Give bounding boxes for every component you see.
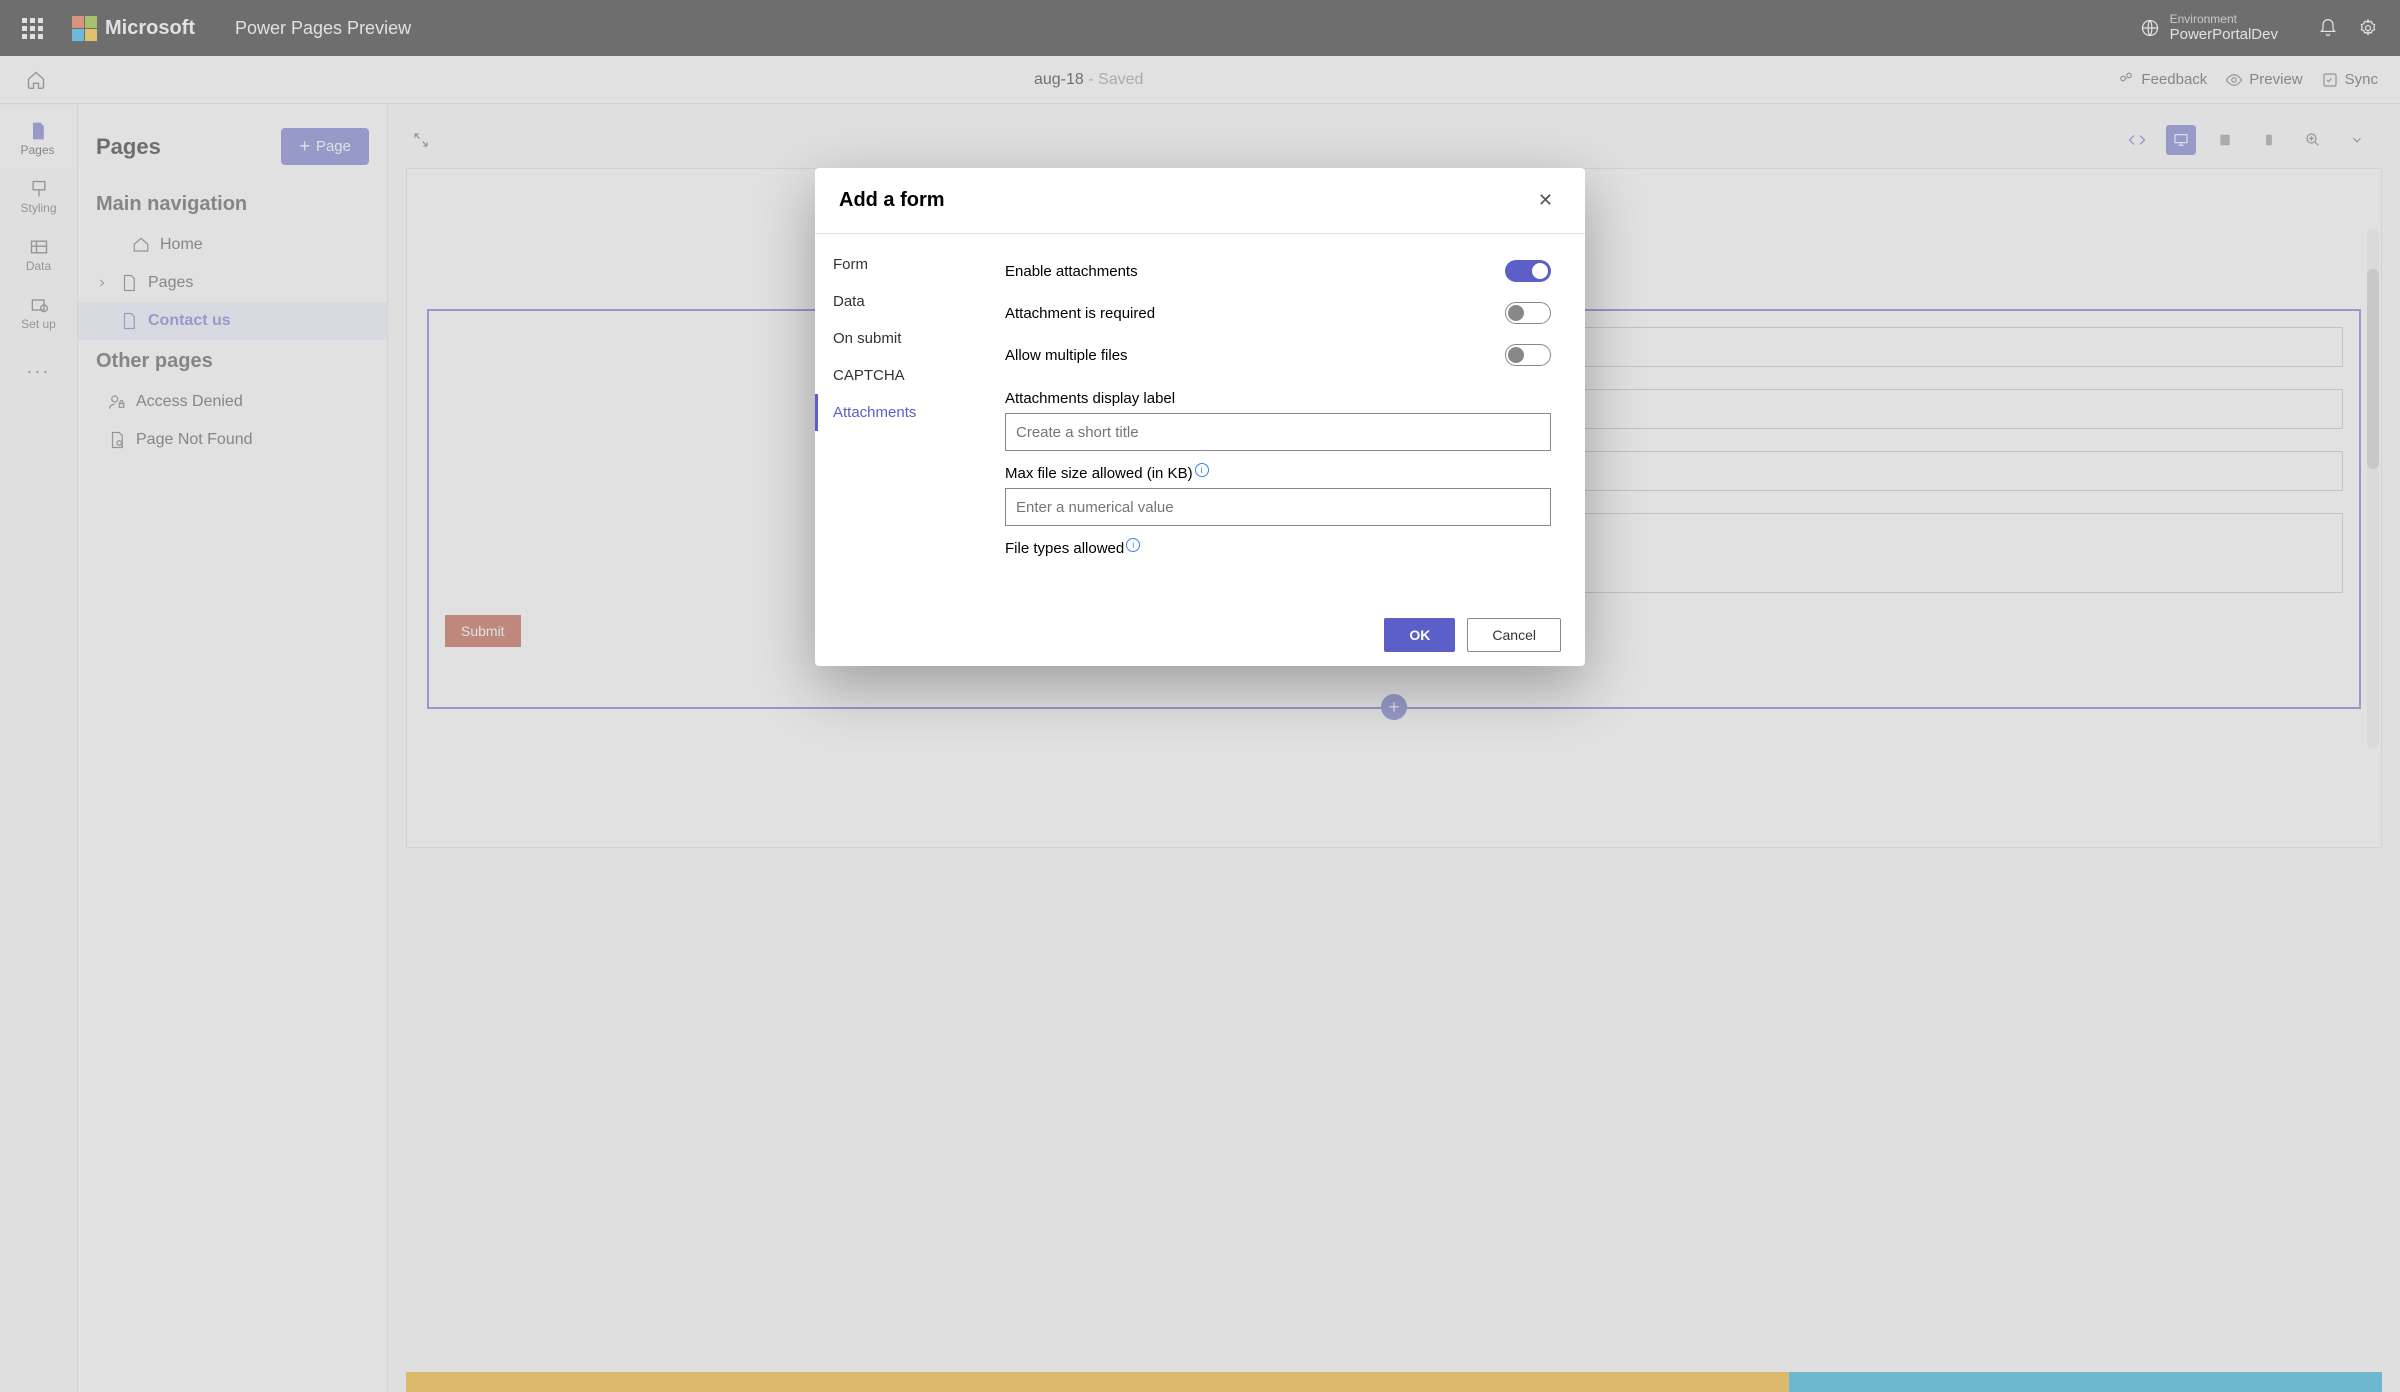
info-icon[interactable]: i xyxy=(1126,538,1140,552)
display-label-input[interactable] xyxy=(1005,413,1551,451)
modal-tab-data[interactable]: Data xyxy=(815,283,995,320)
allow-multiple-label: Allow multiple files xyxy=(1005,347,1128,364)
modal-tab-attachments[interactable]: Attachments xyxy=(815,394,995,431)
max-size-caption: Max file size allowed (in KB) xyxy=(1005,465,1193,482)
attachment-required-toggle[interactable] xyxy=(1505,302,1551,324)
modal-overlay: Add a form ✕ Form Data On submit CAPTCHA… xyxy=(0,0,2400,1392)
modal-title: Add a form xyxy=(839,189,945,212)
allow-multiple-toggle[interactable] xyxy=(1505,344,1551,366)
enable-attachments-label: Enable attachments xyxy=(1005,263,1138,280)
modal-tab-onsubmit[interactable]: On submit xyxy=(815,320,995,357)
info-icon[interactable]: i xyxy=(1195,463,1209,477)
close-icon[interactable]: ✕ xyxy=(1530,186,1561,215)
enable-attachments-toggle[interactable] xyxy=(1505,260,1551,282)
ok-button[interactable]: OK xyxy=(1384,618,1455,652)
modal-tab-captcha[interactable]: CAPTCHA xyxy=(815,357,995,394)
add-form-modal: Add a form ✕ Form Data On submit CAPTCHA… xyxy=(815,168,1585,666)
attachment-required-label: Attachment is required xyxy=(1005,305,1155,322)
max-size-input[interactable] xyxy=(1005,488,1551,526)
file-types-caption: File types allowed xyxy=(1005,540,1124,557)
display-label-caption: Attachments display label xyxy=(1005,376,1551,413)
modal-nav: Form Data On submit CAPTCHA Attachments xyxy=(815,234,995,604)
cancel-button[interactable]: Cancel xyxy=(1467,618,1561,652)
modal-tab-form[interactable]: Form xyxy=(815,246,995,283)
